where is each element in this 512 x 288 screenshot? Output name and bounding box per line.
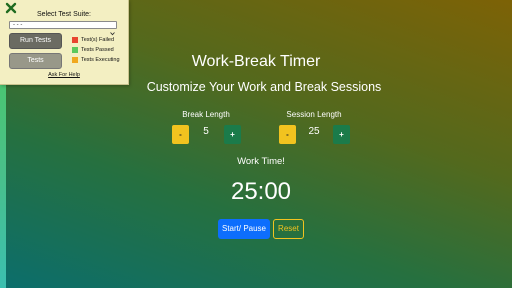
legend-failed: Test(s) Failed xyxy=(72,37,114,43)
test-suite-select-value: - - - xyxy=(13,22,23,28)
timer-display: 25:00 xyxy=(230,178,292,205)
test-suite-title: Select Test Suite: xyxy=(37,11,91,18)
test-suite-panel: Select Test Suite: - - - Run Tests Tests… xyxy=(0,0,129,85)
test-suite-select[interactable]: - - - xyxy=(9,21,117,36)
failed-swatch xyxy=(72,37,78,43)
chevron-down-icon xyxy=(110,23,115,36)
page-title: Work-Break Timer xyxy=(191,53,321,70)
session-decrement-button[interactable]: - xyxy=(279,125,296,144)
legend-failed-label: Test(s) Failed xyxy=(81,37,115,43)
break-decrement-button[interactable]: - xyxy=(172,125,189,144)
break-length-value: 5 xyxy=(203,126,209,137)
ask-for-help-link[interactable]: Ask For Help xyxy=(0,72,128,78)
page-subtitle: Customize Your Work and Break Sessions xyxy=(146,80,382,94)
timer-label: Work Time! xyxy=(237,156,285,167)
break-length-label: Break Length xyxy=(182,110,230,119)
reset-button[interactable]: Reset xyxy=(273,219,304,239)
session-increment-button[interactable]: + xyxy=(333,125,350,144)
session-length-label: Session Length xyxy=(286,110,342,119)
start-pause-button[interactable]: Start/ Pause xyxy=(218,219,270,239)
run-tests-button[interactable]: Run Tests xyxy=(9,33,62,49)
break-increment-button[interactable]: + xyxy=(224,125,241,144)
session-length-value: 25 xyxy=(308,126,320,137)
